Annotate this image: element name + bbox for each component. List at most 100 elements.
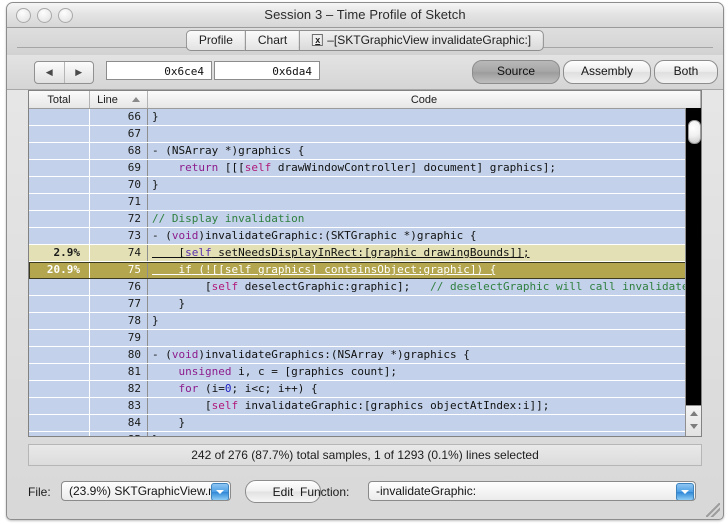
function-popup-menu[interactable]: -invalidateGraphic: (368, 481, 696, 501)
table-row[interactable]: 68 - (NSArray *)graphics { (29, 143, 701, 160)
cell-code: for (i=0; i<c; i++) { (178, 382, 318, 395)
table-row[interactable]: 79 (29, 330, 701, 347)
table-row[interactable]: 70} (29, 177, 701, 194)
cell-line: 84 (90, 415, 148, 431)
cell-line: 66 (90, 109, 148, 125)
cell-code: return [[[self drawWindowController] doc… (178, 161, 557, 174)
table-row[interactable]: 69 return [[[self drawWindowController] … (29, 160, 701, 177)
cell-line: 72 (90, 211, 148, 227)
tab-profile-label: Profile (198, 33, 233, 47)
cell-total (29, 228, 90, 244)
cell-line: 71 (90, 194, 148, 210)
file-popup-menu[interactable]: (23.9%) SKTGraphicView.m (61, 481, 231, 501)
cell-code: } (152, 178, 159, 191)
cell-line: 67 (90, 126, 148, 142)
cell-code (148, 194, 701, 210)
address-end-field[interactable]: 0x6da4 (214, 61, 320, 80)
scroll-down-icon[interactable] (690, 424, 698, 429)
cell-code: [self invalidateGraphic:[graphics object… (152, 399, 550, 412)
tab-chart-label: Chart (257, 33, 288, 47)
column-header-total[interactable]: Total (29, 91, 90, 108)
cell-total (29, 364, 90, 380)
table-row[interactable]: 73 - (void)invalidateGraphic:(SKTGraphic … (29, 228, 701, 245)
cell-code: if (![[self graphics] containsObject:gra… (178, 263, 497, 276)
column-header-code[interactable]: Code (148, 91, 701, 108)
table-row[interactable]: 82 for (i=0; i<c; i++) { (29, 381, 701, 398)
cell-line: 70 (90, 177, 148, 193)
cell-code (148, 330, 701, 346)
cell-line: 83 (90, 398, 148, 414)
resize-grip[interactable] (706, 503, 720, 517)
cell-total (29, 381, 90, 397)
cell-total: 2.9% (29, 245, 90, 261)
cell-code: } (152, 110, 159, 123)
cell-total (29, 143, 90, 159)
cell-total (29, 398, 90, 414)
both-button[interactable]: Both (654, 60, 718, 84)
table-row[interactable]: 81 unsigned i, c = [graphics count]; (29, 364, 701, 381)
cell-code: } (148, 432, 701, 436)
footer-bar: File: (23.9%) SKTGraphicView.m Edit Func… (7, 473, 723, 519)
cell-line: 77 (90, 296, 148, 312)
cell-line: 80 (90, 347, 148, 363)
cell-line: 73 (90, 228, 148, 244)
tab-chart[interactable]: Chart (244, 30, 300, 51)
cell-code: [self setNeedsDisplayInRect:[graphic dra… (152, 246, 530, 259)
chevron-down-icon[interactable] (676, 483, 694, 500)
function-label: Function: (300, 485, 350, 499)
scroll-up-icon[interactable] (690, 411, 698, 416)
table-row[interactable]: 71 (29, 194, 701, 211)
assembly-button[interactable]: Assembly (563, 60, 651, 84)
tab-invalidate-graphic-label: –[SKTGraphicView invalidateGraphic:] (327, 33, 532, 47)
table-row[interactable]: 66} (29, 109, 701, 126)
table-row[interactable]: 76 [self deselectGraphic:graphic]; // de… (29, 279, 701, 296)
vertical-scrollbar[interactable] (685, 108, 701, 436)
tab-group: Profile Chart x –[SKTGraphicView invalida… (185, 30, 545, 51)
cell-line: 76 (90, 279, 148, 295)
table-row[interactable]: 77 } (29, 296, 701, 313)
cell-line: 68 (90, 143, 148, 159)
cell-code: unsigned i, c = [graphics count]; (178, 365, 398, 378)
table-row[interactable]: 20.9% 75 if (![[self graphics] containsOb… (29, 262, 701, 279)
cell-total (29, 109, 90, 125)
chevron-down-icon[interactable] (211, 483, 229, 500)
sort-ascending-icon (131, 97, 140, 102)
title-bar: Session 3 – Time Profile of Sketch (7, 3, 723, 28)
address-start-field[interactable]: 0x6ce4 (106, 61, 212, 80)
cell-total (29, 279, 90, 295)
navigation-segmented-control: ◀ ▶ (34, 61, 94, 84)
code-table: Total Line Code 66} 67 68- (NSArray *)grap… (28, 90, 702, 437)
table-row[interactable]: 84 } (29, 415, 701, 432)
tab-profile[interactable]: Profile (185, 30, 245, 51)
source-button[interactable]: Source (472, 60, 560, 84)
cell-code: - (NSArray *)graphics { (152, 144, 305, 157)
table-row[interactable]: 78} (29, 313, 701, 330)
cell-line: 81 (90, 364, 148, 380)
cell-total (29, 415, 90, 431)
table-row[interactable]: 67 (29, 126, 701, 143)
forward-icon[interactable]: ▶ (65, 62, 94, 83)
column-header-line[interactable]: Line (90, 91, 148, 108)
file-popup-value: (23.9%) SKTGraphicView.m (69, 484, 219, 498)
table-row[interactable]: 72 // Display invalidation (29, 211, 701, 228)
function-popup-value: -invalidateGraphic: (376, 484, 477, 498)
back-icon[interactable]: ◀ (35, 62, 65, 83)
tab-close-icon[interactable]: x (312, 34, 324, 46)
cell-line: 74 (90, 245, 148, 261)
table-row[interactable]: 80 - (void)invalidateGraphics:(NSArray *)… (29, 347, 701, 364)
scrollbar-thumb[interactable] (688, 120, 701, 144)
cell-total (29, 296, 90, 312)
cell-line: 75 (90, 262, 148, 278)
table-row[interactable]: 2.9% 74 [self setNeedsDisplayInRect:[grap… (29, 245, 701, 262)
table-row[interactable]: 83 [self invalidateGraphic:[graphics obj… (29, 398, 701, 415)
cell-total (29, 432, 90, 436)
cell-code (148, 126, 701, 142)
cell-code: [self deselectGraphic:graphic]; // desel… (152, 280, 701, 293)
scrollbar-steppers[interactable] (686, 405, 701, 436)
table-row[interactable]: 85} (29, 432, 701, 436)
tab-invalidate-graphic[interactable]: x –[SKTGraphicView invalidateGraphic:] (299, 30, 545, 51)
cell-code: } (152, 314, 159, 327)
cell-line: 78 (90, 313, 148, 329)
cell-line: 85 (90, 432, 148, 436)
table-body: 66} 67 68- (NSArray *)graphics {69 return … (29, 109, 701, 436)
